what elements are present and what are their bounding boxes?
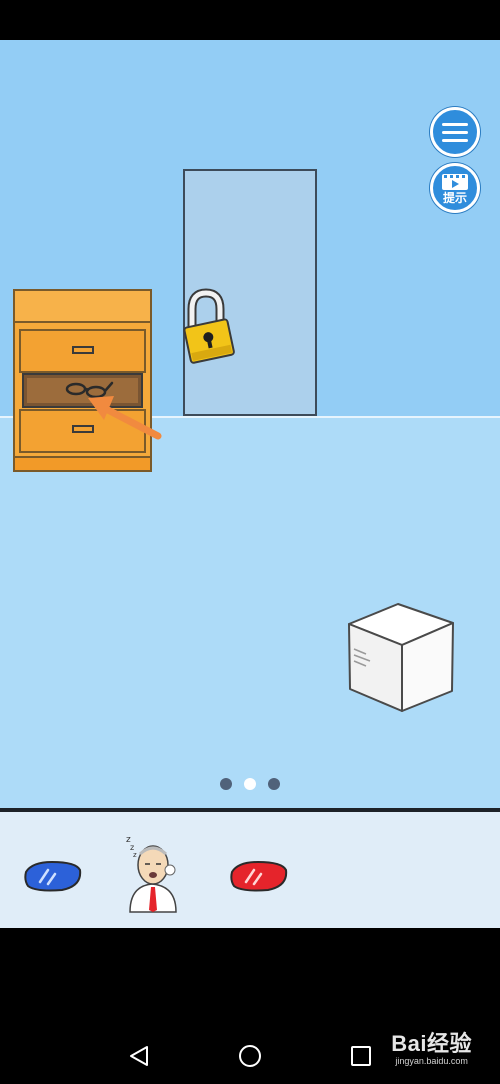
svg-text:z: z [133,851,137,859]
status-bar [0,0,500,40]
page-indicator [0,778,500,792]
page-dot[interactable] [268,778,280,790]
game-scene [0,40,500,810]
inventory-item-sleeping-old-man[interactable]: z z z [124,832,182,914]
video-play-icon [442,173,468,190]
watermark-brand: Bai经验 [391,1031,472,1056]
inventory-bar: z z z [0,812,500,928]
back-button[interactable] [128,1045,150,1067]
recents-button[interactable] [350,1045,372,1067]
white-box[interactable] [346,601,456,713]
menu-button[interactable] [430,107,480,157]
inventory-item-red-lens[interactable] [228,858,290,894]
hamburger-menu-icon [442,120,468,144]
watermark-url: jingyan.baidu.com [395,1056,468,1066]
page-dot[interactable] [244,778,256,790]
hint-label: 提示 [442,190,467,205]
home-circle-icon [239,1045,261,1067]
pointer-arrow [88,396,162,440]
hint-button[interactable]: 提示 [430,163,480,213]
page-dot[interactable] [220,778,232,790]
back-triangle-icon [130,1046,148,1066]
baidu-watermark: Bai经验 jingyan.baidu.com [391,1032,472,1067]
recents-square-icon [351,1046,371,1066]
home-button[interactable] [238,1044,262,1068]
inventory-item-blue-lens[interactable] [22,858,84,894]
padlock[interactable] [180,287,240,367]
